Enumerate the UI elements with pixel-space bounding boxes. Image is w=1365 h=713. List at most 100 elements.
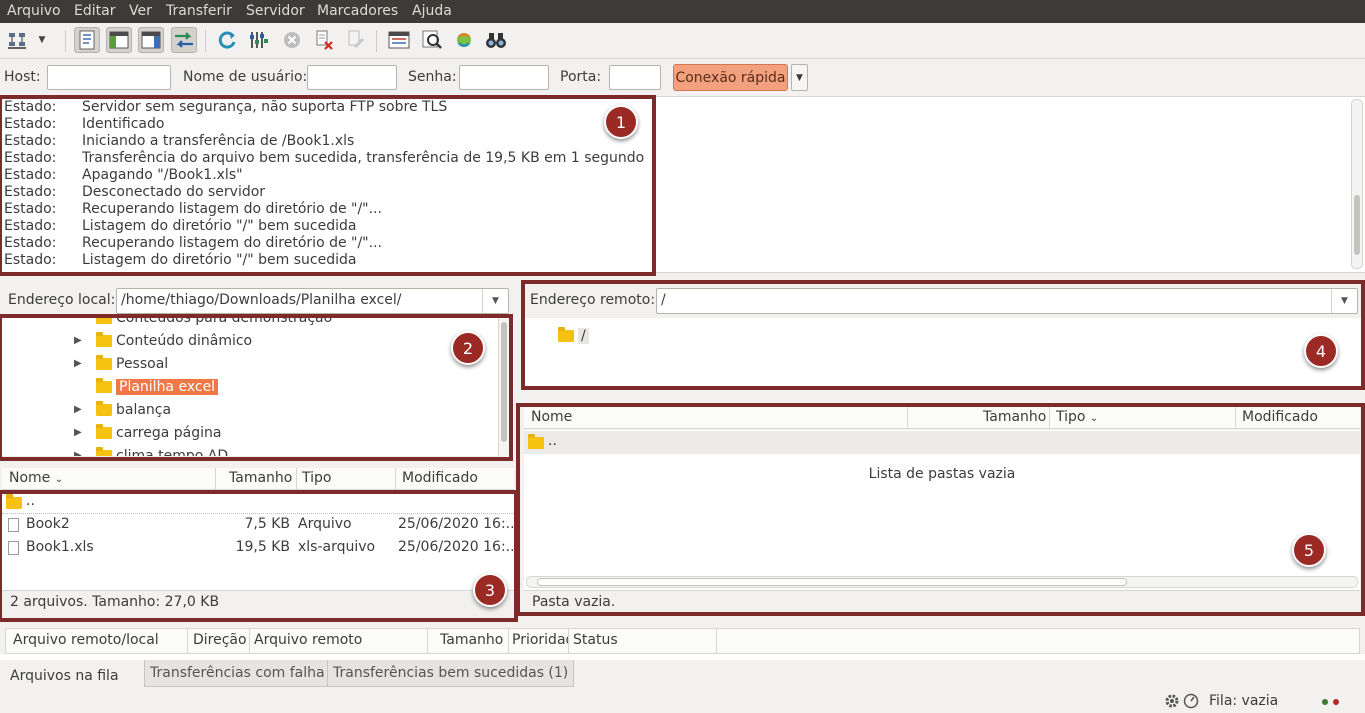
expand-arrow-icon[interactable]: ▶ — [74, 335, 82, 346]
reconnect-button[interactable] — [343, 27, 369, 53]
port-input[interactable] — [609, 65, 661, 90]
menu-servidor[interactable]: Servidor — [246, 3, 305, 19]
col-modificado[interactable]: Modificado — [402, 470, 478, 486]
password-input[interactable] — [459, 65, 549, 90]
col-tamanho[interactable]: Tamanho — [229, 470, 292, 486]
chevron-down-icon: ⌄ — [1089, 413, 1099, 424]
col-tamanho[interactable]: Tamanho — [983, 409, 1046, 425]
menu-arquivo[interactable]: Arquivo — [7, 3, 61, 19]
chevron-down-icon[interactable]: ▼ — [1331, 289, 1357, 313]
list-item[interactable]: Book2 7,5 KB Arquivo 25/06/2020 16:... — [2, 514, 519, 537]
toggle-local-tree-button[interactable] — [106, 27, 132, 53]
col-modificado[interactable]: Modificado — [1242, 409, 1318, 425]
search-button[interactable] — [483, 27, 509, 53]
col-status[interactable]: Status — [573, 632, 618, 648]
host-input[interactable] — [47, 65, 171, 90]
tree-item-label: clima tempo AD — [116, 447, 229, 457]
expand-arrow-icon[interactable]: ▶ — [74, 427, 82, 438]
remote-hscrollbar[interactable] — [526, 576, 1358, 588]
col-arquivo-remoto-local[interactable]: Arquivo remoto/local — [13, 632, 159, 648]
list-item[interactable]: .. — [2, 491, 514, 514]
process-queue-button[interactable] — [246, 27, 272, 53]
local-address-combo[interactable]: /home/thiago/Downloads/Planilha excel/ ▼ — [116, 288, 509, 314]
menu-editar[interactable]: Editar — [74, 3, 115, 19]
toggle-remote-tree-button[interactable] — [138, 27, 164, 53]
menu-marcadores[interactable]: Marcadores — [317, 3, 398, 19]
tree-item[interactable]: Planilha excel — [96, 376, 219, 397]
toggle-log-button[interactable] — [74, 27, 100, 53]
menu-ver[interactable]: Ver — [129, 3, 152, 19]
tree-item[interactable]: carrega página — [96, 422, 221, 443]
remote-address-label: Endereço remoto: — [530, 292, 656, 308]
local-tree-scrollbar[interactable] — [498, 318, 510, 456]
tab-arquivos-na-fila[interactable]: Arquivos na fila — [4, 660, 125, 687]
cancel-icon — [284, 32, 300, 48]
toggle-queue-button[interactable] — [171, 27, 197, 53]
site-manager-dropdown[interactable]: ▼ — [33, 27, 51, 53]
gear-icon[interactable] — [1164, 693, 1180, 709]
col-tipo[interactable]: Tipo ⌄ — [1056, 409, 1098, 425]
filter-icon — [388, 31, 410, 49]
message-log-icon — [79, 30, 95, 50]
refresh-button[interactable] — [214, 27, 240, 53]
remote-address-value: / — [661, 292, 666, 308]
compare-button[interactable] — [419, 27, 445, 53]
log-key: Estado: — [4, 116, 57, 132]
log-scrollbar[interactable] — [1351, 99, 1363, 269]
col-tipo[interactable]: Tipo — [302, 470, 331, 486]
file-name: Book2 — [26, 516, 70, 532]
tree-item[interactable]: Conteúdos para demonstração — [96, 318, 332, 328]
tree-item[interactable]: Pessoal — [96, 353, 168, 374]
log-key: Estado: — [4, 235, 57, 251]
col-arquivo-remoto[interactable]: Arquivo remoto — [254, 632, 362, 648]
tree-item[interactable]: balança — [96, 399, 171, 420]
sync-browse-button[interactable] — [451, 27, 477, 53]
menu-ajuda[interactable]: Ajuda — [412, 3, 452, 19]
annotation-badge-4: 4 — [1304, 334, 1338, 368]
site-manager-button[interactable] — [4, 27, 30, 53]
list-item[interactable]: Book1.xls 19,5 KB xls-arquivo 25/06/2020 16… — [2, 537, 519, 560]
tree-item[interactable]: Conteúdo dinâmico — [96, 330, 252, 351]
speed-limit-icon[interactable] — [1183, 693, 1199, 709]
tab-transferencias-bem-sucedidas[interactable]: Transferências bem sucedidas (1) — [327, 660, 575, 687]
chevron-down-icon[interactable]: ▼ — [482, 289, 508, 313]
chevron-down-icon: ⌄ — [54, 474, 64, 485]
sync-browse-icon — [457, 33, 471, 47]
col-nome[interactable]: Nome ⌄ — [9, 470, 63, 486]
folder-icon — [96, 354, 112, 370]
site-manager-icon — [8, 33, 26, 49]
col-tamanho[interactable]: Tamanho — [440, 632, 503, 648]
download-indicator-icon — [1333, 699, 1339, 705]
log-key: Estado: — [4, 184, 57, 200]
expand-arrow-icon[interactable]: ▶ — [74, 358, 82, 369]
remote-list-header: Nome Tamanho Tipo ⌄ Modificado — [524, 407, 1360, 429]
tab-transferencias-com-falha[interactable]: Transferências com falha — [144, 660, 331, 687]
quickconnect-history-dropdown[interactable]: ▼ — [791, 64, 808, 91]
cancel-button[interactable] — [279, 27, 305, 53]
annotation-badge-3: 3 — [473, 573, 507, 607]
col-direcao[interactable]: Direção — [193, 632, 247, 648]
log-text: Listagem do diretório "/" bem sucedida — [82, 218, 357, 234]
expand-arrow-icon[interactable]: ▶ — [74, 404, 82, 415]
tree-item-label: Pessoal — [116, 355, 169, 372]
remote-file-list: .. Lista de pastas vazia — [524, 430, 1360, 590]
list-item[interactable]: .. — [524, 431, 1360, 454]
quickconnect-button[interactable]: Conexão rápida — [673, 64, 788, 91]
message-log: Estado: Servidor sem segurança, não supor… — [0, 97, 1365, 273]
expand-arrow-icon[interactable]: ▶ — [74, 450, 82, 456]
col-nome[interactable]: Nome — [531, 409, 572, 425]
tree-item-root[interactable]: / — [558, 325, 589, 346]
log-key: Estado: — [4, 201, 57, 217]
username-input[interactable] — [307, 65, 397, 90]
host-label: Host: — [4, 69, 41, 85]
file-size: 19,5 KB — [235, 539, 290, 555]
col-prioridade[interactable]: Prioridade — [512, 632, 568, 648]
filter-button[interactable] — [386, 27, 412, 53]
remote-address-combo[interactable]: / ▼ — [656, 288, 1358, 314]
menu-transferir[interactable]: Transferir — [166, 3, 232, 19]
disconnect-button[interactable] — [311, 27, 337, 53]
log-key: Estado: — [4, 218, 57, 234]
tree-item[interactable]: clima tempo AD — [96, 445, 228, 456]
remote-tree-icon — [141, 31, 161, 49]
disconnect-icon — [316, 30, 333, 50]
